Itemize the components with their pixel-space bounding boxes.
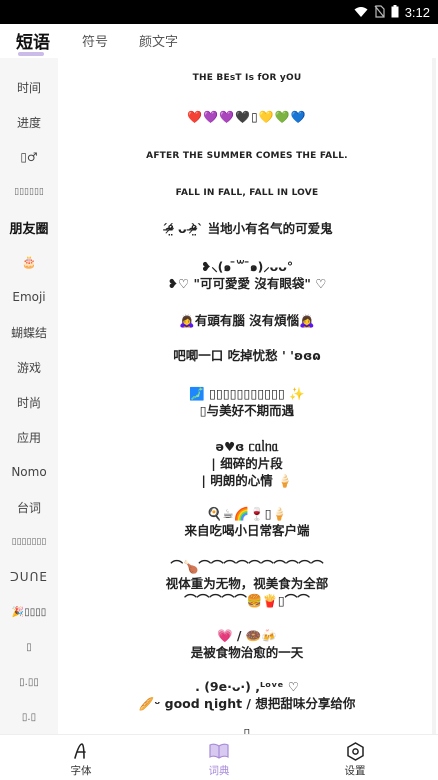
sidebar-item-fashion[interactable]: 时尚 — [0, 387, 58, 417]
phrase-item[interactable]: ❤️💜💜🖤▯💛💚💙 — [64, 109, 430, 126]
phrase-item[interactable]: AFTER THE SUMMER COMES THE FALL. — [64, 148, 430, 165]
sidebar-item-nomo[interactable]: Nomo — [0, 457, 58, 487]
sidebar-item-4[interactable]: ▯▯▯▯▯▯ — [0, 177, 58, 207]
sidebar-item-bow[interactable]: 蝴蝶结 — [0, 317, 58, 347]
book-icon — [207, 741, 231, 761]
nav-label-font: 字体 — [70, 765, 92, 777]
nav-label-settings: 设置 — [344, 765, 366, 777]
phrase-item[interactable]: FALL IN FALL, FALL IN LOVE — [64, 185, 430, 202]
phrase-item[interactable]: 🍳☕🌈🍷▯🍦 来自吃喝小日常客户端 — [64, 505, 430, 539]
active-tab-indicator — [18, 52, 44, 56]
sidebar-item-party[interactable]: 🎉▯▯▯▯ — [0, 597, 58, 627]
phrase-item[interactable]: ▯ — [64, 724, 430, 734]
nav-label-dictionary: 词典 — [208, 765, 230, 777]
phrase-item[interactable]: ⌒🍗⌒⌒⌒⌒⌒⌒⌒⌒⌒⌒ 视体重为无物，视美食为全部 ⌒⌒⌒⌒⌒🍔🍟▯⌒⌒ — [64, 558, 430, 609]
wifi-icon — [354, 3, 368, 22]
settings-icon — [343, 741, 367, 761]
scrollbar-track[interactable] — [432, 58, 436, 734]
category-sidebar: 时间 进度 ▯♂ ▯▯▯▯▯▯ 朋友圈 🎂 Emoji 蝴蝶结 游戏 时尚 应用… — [0, 58, 58, 734]
phrase-item[interactable]: THE BEsT Is fOR yOU — [64, 70, 430, 87]
sidebar-item-time[interactable]: 时间 — [0, 72, 58, 102]
sidebar-item-progress[interactable]: 进度 — [0, 107, 58, 137]
sidebar-item-dune[interactable]: ᑐᑌᑎE — [0, 562, 58, 592]
nav-font[interactable]: 字体 — [8, 735, 154, 780]
font-A-icon — [69, 741, 93, 761]
phrase-item[interactable]: ❥⸜(๑ ̄꒳ ̄๑)⸝ᴗᴗ° ❥♡ "可可愛愛 沒有眼袋" ♡ — [64, 258, 430, 292]
phrase-list: THE BEsT Is fOR yOU ❤️💜💜🖤▯💛💚💙 AFTER THE … — [64, 58, 430, 734]
bottom-nav: 字体 词典 设置 — [0, 734, 438, 780]
nav-settings[interactable]: 设置 — [282, 735, 428, 780]
sidebar-item-birthday[interactable]: 🎂 — [0, 247, 58, 277]
sidebar-item-18[interactable]: ▯.▯▯ — [0, 667, 58, 697]
tab-kaomoji[interactable]: 颜文字 — [139, 31, 178, 50]
sidebar-item-14[interactable]: ▯▯▯▯▯▯▯ — [0, 527, 58, 557]
category-tabs: 短语 符号 颜文字 — [0, 24, 438, 58]
status-bar: 3:12 — [0, 0, 438, 24]
sidebar-item-gender[interactable]: ▯♂ — [0, 142, 58, 172]
sidebar-item-emoji[interactable]: Emoji — [0, 282, 58, 312]
phrase-item[interactable]: 💗 / 🍩🍻 是被食物治愈的一天 — [64, 627, 430, 661]
phrase-item[interactable]: ǝ♥ɞ ᥴᥲᥣᥒᥲ | 细碎的片段 | 明朗的心情 🍦 — [64, 438, 430, 489]
battery-icon — [391, 3, 399, 22]
status-icons: 3:12 — [354, 3, 430, 21]
sidebar-item-lines[interactable]: 台词 — [0, 492, 58, 522]
sidebar-item-apps[interactable]: 应用 — [0, 422, 58, 452]
phrase-item[interactable]: ˊᵒ̴̶̷̤́ ᴗ ᵒ̴̶̷̤̀ˋ 当地小有名气的可爱鬼 — [64, 220, 430, 237]
tab-symbols[interactable]: 符号 — [82, 31, 108, 50]
status-time: 3:12 — [404, 4, 430, 20]
phrase-item[interactable]: 吧唧一口 吃掉忧愁 ' 'ʚɞɷ — [64, 347, 430, 364]
phrase-item[interactable]: 🙇‍♀️有頭有腦 沒有煩惱🙇‍♀️ — [64, 312, 430, 329]
no-sim-icon — [374, 3, 385, 22]
tab-phrases[interactable]: 短语 — [16, 28, 50, 53]
sidebar-item-moments[interactable]: 朋友圈 — [0, 212, 58, 242]
sidebar-item-17[interactable]: ▯ — [0, 632, 58, 662]
sidebar-item-game[interactable]: 游戏 — [0, 352, 58, 382]
phrase-item[interactable]: 🗾 ▯▯▯▯▯▯▯▯▯▯▯ ✨ ▯与美好不期而遇 — [64, 385, 430, 419]
nav-dictionary[interactable]: 词典 — [146, 735, 292, 780]
sidebar-item-19[interactable]: ▯.▯ — [0, 702, 58, 732]
phrase-item[interactable]: . (9e·ᴗ·) ,ᴸᵒᵛᵉ ♡ 🥖ᵕ good ɳight / 想把甜味分享… — [64, 678, 430, 712]
